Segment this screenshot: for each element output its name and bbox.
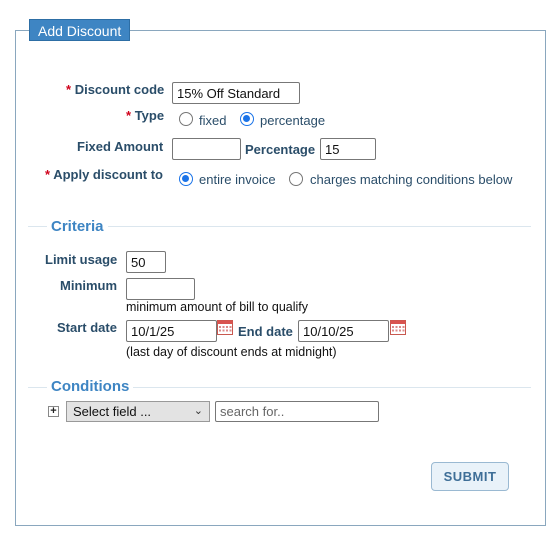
chevron-down-icon: ⌄ (193, 405, 203, 417)
end-date-label: End date (238, 324, 293, 339)
minimum-input[interactable] (126, 278, 195, 300)
panel-title: Add Discount (29, 19, 131, 41)
condition-field-select-value: Select field ... (73, 404, 152, 419)
required-marker: * (66, 82, 72, 97)
required-marker: * (126, 108, 132, 123)
type-label: * Type (126, 108, 165, 123)
percentage-label: Percentage (245, 142, 316, 157)
apply-matching-charges-radio[interactable] (289, 172, 303, 186)
discount-code-label: * Discount code (66, 82, 165, 97)
start-date-input[interactable] (126, 320, 217, 342)
percentage-input[interactable] (320, 138, 376, 160)
start-date-label: Start date (57, 320, 117, 335)
condition-search-input[interactable] (215, 401, 379, 422)
apply-matching-charges-label[interactable]: charges matching conditions below (310, 172, 512, 187)
required-marker: * (45, 167, 51, 182)
submit-button[interactable]: SUBMIT (431, 462, 509, 491)
criteria-heading: Criteria (47, 218, 108, 235)
discount-code-input[interactable] (172, 82, 300, 104)
calendar-icon[interactable] (217, 320, 233, 335)
type-percentage-radio[interactable] (240, 112, 254, 126)
conditions-heading: Conditions (47, 378, 134, 395)
apply-discount-label: * Apply discount to (45, 167, 163, 182)
calendar-icon[interactable] (390, 320, 406, 335)
fixed-amount-input[interactable] (172, 138, 241, 160)
end-date-input[interactable] (298, 320, 389, 342)
minimum-help-text: minimum amount of bill to qualify (126, 300, 309, 314)
condition-field-select[interactable]: Select field ... ⌄ (66, 401, 210, 422)
fixed-amount-label: Fixed Amount (77, 139, 164, 154)
date-note: (last day of discount ends at midnight) (126, 345, 337, 359)
limit-usage-input[interactable] (126, 251, 166, 273)
type-fixed-label[interactable]: fixed (199, 113, 226, 128)
apply-entire-invoice-radio[interactable] (179, 172, 193, 186)
type-fixed-radio[interactable] (179, 112, 193, 126)
apply-entire-invoice-label[interactable]: entire invoice (199, 172, 276, 187)
minimum-label: Minimum (60, 278, 118, 293)
plus-icon[interactable]: + (48, 406, 59, 417)
type-percentage-label[interactable]: percentage (260, 113, 325, 128)
limit-usage-label: Limit usage (45, 252, 118, 267)
